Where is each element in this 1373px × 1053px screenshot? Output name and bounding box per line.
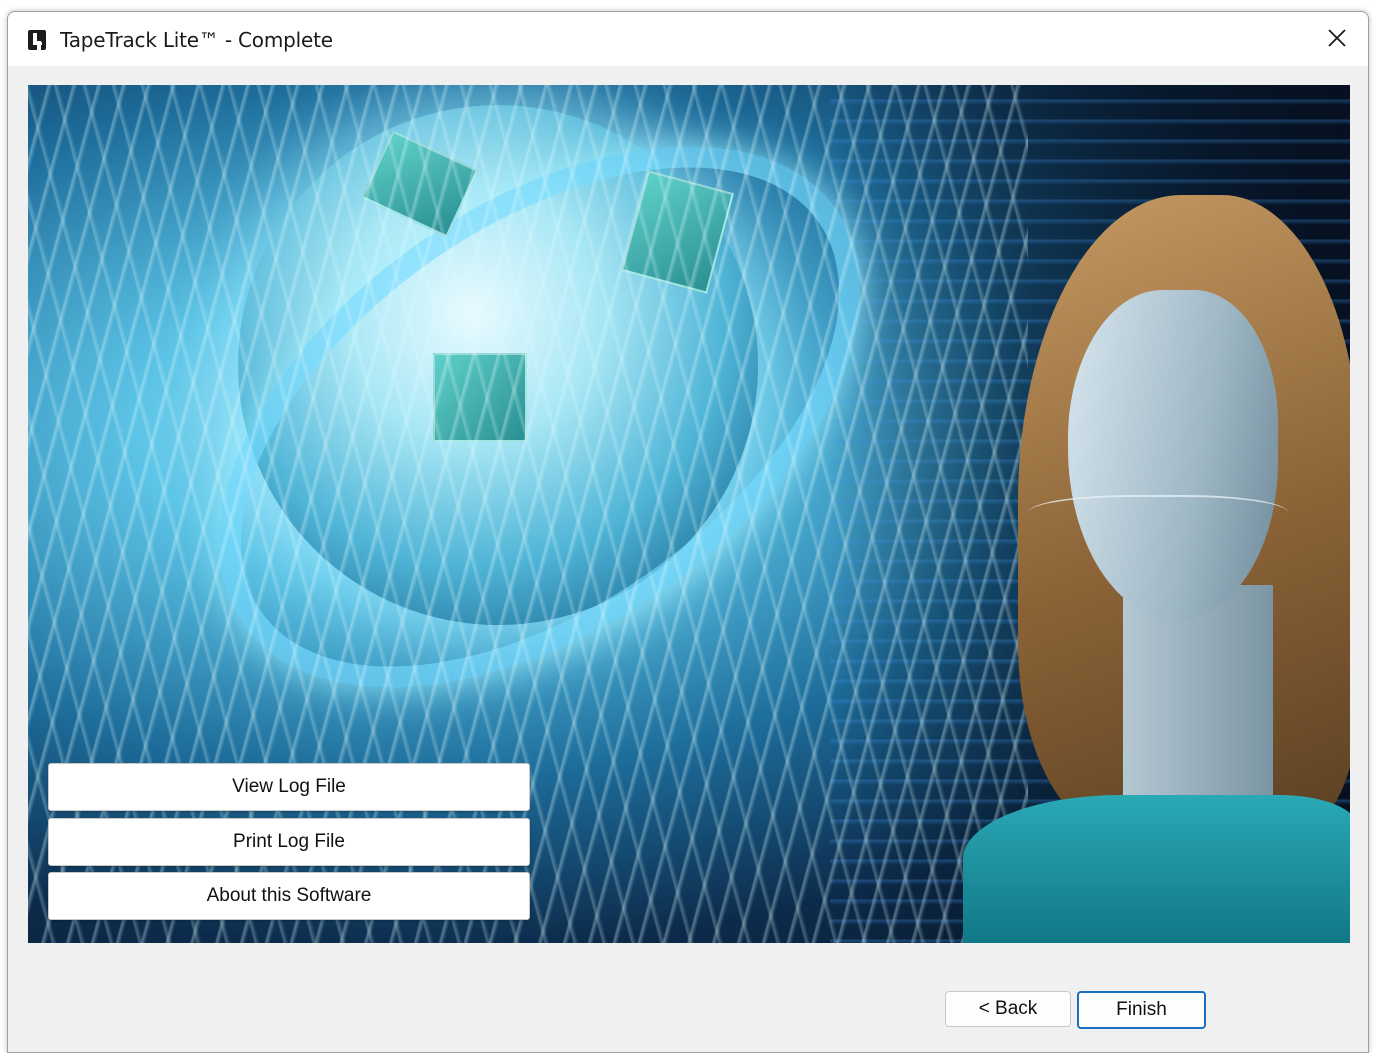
installer-window: TapeTrack Lite™ - Complete View Log File… xyxy=(7,11,1369,1053)
title-bar: TapeTrack Lite™ - Complete xyxy=(8,12,1368,66)
tapetrack-logo-icon xyxy=(28,30,46,50)
about-software-button[interactable]: About this Software xyxy=(48,872,530,920)
banner-image xyxy=(28,85,1350,943)
window-title: TapeTrack Lite™ - Complete xyxy=(60,28,333,52)
finish-button[interactable]: Finish xyxy=(1077,991,1206,1029)
close-icon xyxy=(1328,29,1346,47)
back-button[interactable]: < Back xyxy=(945,991,1071,1027)
view-log-file-button[interactable]: View Log File xyxy=(48,763,530,811)
woman-illustration xyxy=(958,195,1350,943)
print-log-file-button[interactable]: Print Log File xyxy=(48,818,530,866)
close-button[interactable] xyxy=(1306,12,1368,64)
light-beams-graphic xyxy=(28,85,1028,943)
